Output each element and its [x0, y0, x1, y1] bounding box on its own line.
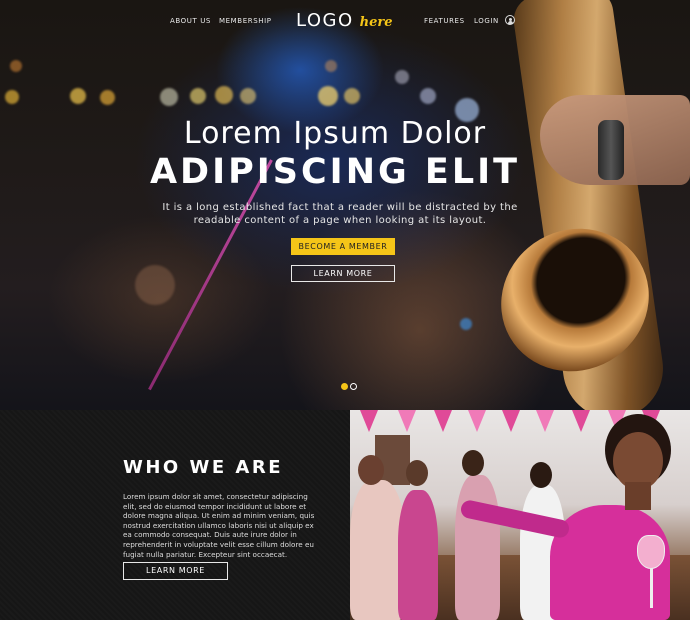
nav-link-login[interactable]: LOGIN [474, 17, 499, 25]
bokeh-light [215, 86, 233, 104]
guest-person [350, 480, 405, 620]
bunting-flag [502, 410, 520, 432]
guest-head [530, 462, 552, 488]
bokeh-light [70, 88, 86, 104]
top-nav: ABOUT US MEMBERSHIP LOGO here FEATURES L… [0, 0, 690, 42]
slider-dot-1[interactable] [341, 383, 348, 390]
nav-link-membership[interactable]: MEMBERSHIP [219, 17, 272, 25]
bunting-flag [434, 410, 452, 432]
nav-link-about-us[interactable]: ABOUT US [170, 17, 211, 25]
bokeh-light [240, 88, 256, 104]
bunting-flag [536, 410, 554, 432]
bokeh-light [160, 88, 178, 106]
nav-link-features[interactable]: FEATURES [424, 17, 465, 25]
party-photo [350, 410, 690, 620]
become-member-button[interactable]: BECOME A MEMBER [291, 238, 395, 255]
bunting-flag [398, 410, 416, 432]
who-we-are-text: Lorem ipsum dolor sit amet, consectetur … [123, 492, 315, 559]
bokeh-light [420, 88, 436, 104]
hero-section: ABOUT US MEMBERSHIP LOGO here FEATURES L… [0, 0, 690, 410]
about-learn-more-button[interactable]: LEARN MORE [123, 562, 228, 580]
bokeh-light [460, 318, 472, 330]
guest-head [462, 450, 484, 476]
guest-head [406, 460, 428, 486]
hero-title-line1: Lorem Ipsum Dolor [183, 116, 487, 151]
bokeh-light [318, 86, 338, 106]
guest-head [358, 455, 384, 485]
user-circle-icon[interactable] [505, 15, 515, 25]
bokeh-light [135, 265, 175, 305]
bunting-flag [572, 410, 590, 432]
bokeh-light [100, 90, 115, 105]
wine-glass-stem [650, 568, 653, 608]
hero-description: It is a long established fact that a rea… [162, 202, 518, 226]
hero-title-line2: ADIPISCING ELIT [149, 152, 521, 192]
guest-person [398, 490, 438, 620]
bokeh-light [10, 60, 22, 72]
woman-neck [625, 482, 651, 510]
logo-accent-text: here [359, 15, 393, 30]
bunting-flag [360, 410, 378, 432]
guest-person [455, 475, 500, 620]
who-we-are-section: WHO WE ARE Lorem ipsum dolor sit amet, c… [0, 410, 350, 620]
bokeh-light [190, 88, 206, 104]
bokeh-light [325, 60, 337, 72]
logo-text: LOGO [296, 10, 354, 31]
bokeh-light [344, 88, 360, 104]
bokeh-light [395, 70, 409, 84]
logo[interactable]: LOGO here [296, 10, 393, 32]
slider-dot-2[interactable] [350, 383, 357, 390]
wine-glass [637, 535, 665, 569]
bunting-flag [468, 410, 486, 432]
who-we-are-title: WHO WE ARE [123, 457, 283, 478]
bokeh-light [5, 90, 19, 104]
hero-learn-more-button[interactable]: LEARN MORE [291, 265, 395, 282]
